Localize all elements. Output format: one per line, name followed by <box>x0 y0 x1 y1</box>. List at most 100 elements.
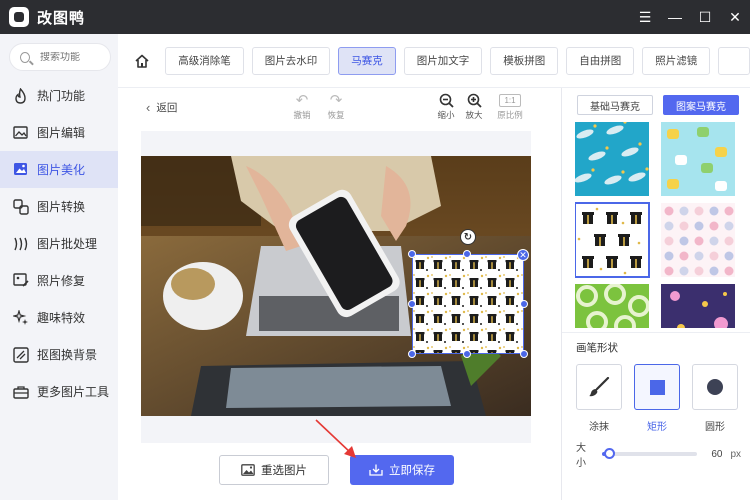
shark-ocean-pattern[interactable] <box>575 122 649 196</box>
purple-dots-pattern[interactable] <box>661 284 735 328</box>
tab[interactable]: 马赛克 <box>338 46 396 75</box>
minimize-icon[interactable]: — <box>660 0 690 34</box>
zoom-in-icon <box>467 91 482 109</box>
original-ratio-button[interactable]: 1:1 原比例 <box>495 91 525 121</box>
download-icon <box>369 464 383 476</box>
undo-button[interactable]: ↶ 撤销 <box>287 91 317 121</box>
mosaic-panel: 基础马赛克 图案马赛克 画笔形状 涂抹 矩形 圆形 大小 60 px <box>561 88 750 500</box>
title-bar: 改图鸭 ☰ — ☐ ✕ <box>0 0 750 34</box>
image-icon <box>241 464 255 476</box>
shape-circle-option[interactable] <box>692 364 738 410</box>
undo-label: 撤销 <box>293 110 311 120</box>
sidebar-item-label: 抠图换背景 <box>37 348 98 362</box>
tab-overflow[interactable] <box>718 46 750 75</box>
tab[interactable]: 自由拼图 <box>566 46 635 75</box>
resize-handle-right[interactable] <box>520 300 528 308</box>
flame-icon <box>12 87 29 104</box>
redo-button[interactable]: ↷ 恢复 <box>321 91 351 121</box>
pointer-arrow <box>315 419 356 458</box>
resize-handle-top-left[interactable] <box>408 250 416 258</box>
reselect-label: 重选图片 <box>261 465 307 477</box>
tab[interactable]: 照片滤镜 <box>642 46 711 75</box>
zoom-out-button[interactable]: 缩小 <box>431 91 461 121</box>
tab[interactable]: 模板拼图 <box>490 46 559 75</box>
resize-handle-top[interactable] <box>463 250 471 258</box>
sidebar-item-label: 图片转换 <box>37 200 86 214</box>
zoom-in-label: 放大 <box>465 110 483 120</box>
mosaic-subtab[interactable]: 基础马赛克 <box>577 95 653 115</box>
size-label: 大小 <box>576 443 586 469</box>
tab[interactable]: 图片去水印 <box>251 46 331 75</box>
resize-handle-bottom[interactable] <box>463 350 471 358</box>
sidebar-item-label: 趣味特效 <box>37 311 86 325</box>
toolbox-icon <box>12 383 29 400</box>
reselect-image-button[interactable]: 重选图片 <box>219 455 329 485</box>
circle-icon <box>707 379 723 395</box>
redo-label: 恢复 <box>327 110 345 120</box>
resize-handle-bottom-left[interactable] <box>408 350 416 358</box>
brush-icon <box>589 377 610 397</box>
green-rings-pattern[interactable] <box>575 283 650 328</box>
zoom-out-label: 缩小 <box>437 110 455 120</box>
search-box[interactable] <box>9 43 111 71</box>
baby-toys-pattern[interactable] <box>661 122 735 196</box>
search-input[interactable] <box>40 51 110 63</box>
mosaic-subtab[interactable]: 图案马赛克 <box>663 95 739 115</box>
sidebar-item-label: 图片美化 <box>37 163 86 177</box>
cutout-icon <box>12 346 29 363</box>
tab[interactable]: 高级消除笔 <box>165 46 244 75</box>
size-value: 60 <box>711 448 723 460</box>
tab-list: 高级消除笔 图片去水印 马赛克 图片加文字 模板拼图 自由拼图 照片滤镜 <box>157 46 711 75</box>
slider-knob[interactable] <box>604 448 616 459</box>
image-edit-icon <box>12 124 29 141</box>
sidebar-item-label: 热门功能 <box>37 89 86 103</box>
sidebar-item-label: 图片批处理 <box>37 237 98 251</box>
sidebar-nav: 热门功能图片编辑图片美化图片转换图片批处理照片修复趣味特效抠图换背景更多图片工具 <box>0 77 118 410</box>
maximize-icon[interactable]: ☐ <box>690 0 720 34</box>
brush-size-slider[interactable] <box>601 448 698 459</box>
shape-circle-label: 圆形 <box>705 422 725 433</box>
brush-shape-title: 画笔形状 <box>576 342 618 354</box>
shape-smear-label: 涂抹 <box>589 422 609 433</box>
sidebar-item[interactable]: 更多图片工具 <box>0 373 118 410</box>
home-icon[interactable] <box>126 34 157 88</box>
sidebar-item[interactable]: 图片转换 <box>0 188 118 225</box>
divider <box>562 332 750 333</box>
ratio-label: 原比例 <box>497 110 523 120</box>
resize-handle-left[interactable] <box>408 300 416 308</box>
sidebar-item[interactable]: 热门功能 <box>0 77 118 114</box>
sidebar-item[interactable]: 图片批处理 <box>0 225 118 262</box>
app-title: 改图鸭 <box>37 9 86 27</box>
sidebar-item[interactable]: 图片编辑 <box>0 114 118 151</box>
save-label: 立即保存 <box>389 465 435 477</box>
menu-icon[interactable]: ☰ <box>630 0 660 34</box>
gift-box-pattern[interactable] <box>575 202 650 278</box>
pattern-grid <box>575 122 738 328</box>
shape-smear-option[interactable] <box>576 364 622 410</box>
chevron-left-icon: ‹ <box>146 100 151 115</box>
rotate-icon[interactable]: ↻ <box>460 229 476 245</box>
sidebar-item[interactable]: 照片修复 <box>0 262 118 299</box>
square-icon <box>649 379 665 395</box>
photo-repair-icon <box>12 272 29 289</box>
shape-rect-option[interactable] <box>634 364 680 410</box>
save-button[interactable]: 立即保存 <box>350 455 454 485</box>
back-button[interactable]: ‹ 返回 <box>146 100 177 115</box>
zoom-in-button[interactable]: 放大 <box>459 91 489 121</box>
editor-toolbar: ‹ 返回 ↶ 撤销 ↷ 恢复 缩小 放大 1:1 原比例 <box>118 88 561 130</box>
sidebar-item-label: 照片修复 <box>37 274 86 288</box>
pastel-dots-pattern[interactable] <box>661 203 735 277</box>
redo-icon: ↷ <box>329 92 343 109</box>
back-label: 返回 <box>156 102 178 114</box>
mosaic-selection[interactable] <box>412 254 524 354</box>
tab[interactable]: 图片加文字 <box>403 46 483 75</box>
resize-handle-bottom-right[interactable] <box>520 350 528 358</box>
function-tabs: 高级消除笔 图片去水印 马赛克 图片加文字 模板拼图 自由拼图 照片滤镜 <box>118 34 750 88</box>
close-icon[interactable]: ✕ <box>720 0 750 34</box>
sidebar-item[interactable]: 图片美化 <box>0 151 118 188</box>
sidebar-item[interactable]: 抠图换背景 <box>0 336 118 373</box>
convert-icon <box>12 198 29 215</box>
sidebar-item[interactable]: 趣味特效 <box>0 299 118 336</box>
editor-area: ‹ 返回 ↶ 撤销 ↷ 恢复 缩小 放大 1:1 原比例 ↻ ✕ 重选图片 立即… <box>118 88 561 500</box>
remove-selection-icon[interactable]: ✕ <box>517 249 529 261</box>
